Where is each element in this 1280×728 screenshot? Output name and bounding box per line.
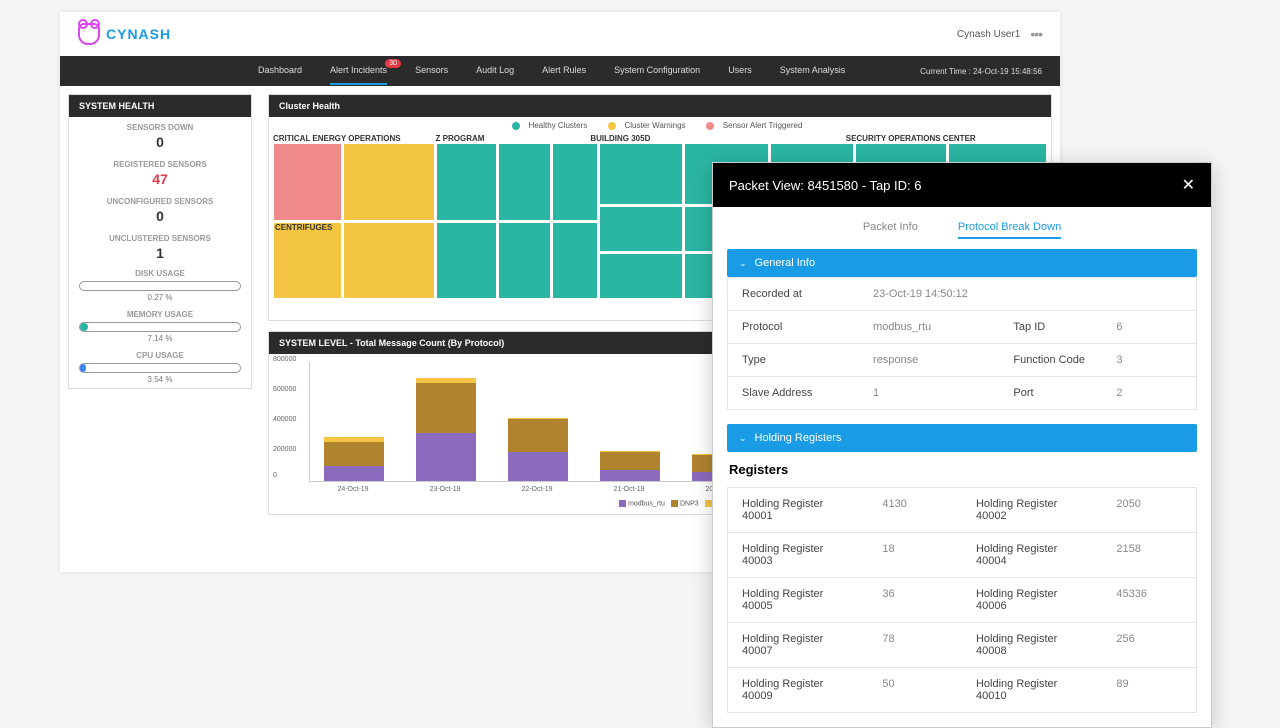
modal-title: Packet View: 8451580 - Tap ID: 6: [729, 178, 921, 193]
alert-badge: 30: [385, 59, 401, 68]
bar-23oct[interactable]: [416, 378, 476, 481]
brand-logo[interactable]: CYNASH: [78, 23, 171, 45]
bar-21oct[interactable]: [600, 451, 660, 481]
modal-tabs: Packet Info Protocol Break Down: [713, 207, 1211, 249]
nav-alert-label: Alert Incidents: [330, 65, 387, 75]
general-info-table: Recorded at23-Oct-19 14:50:12 Protocolmo…: [727, 277, 1197, 410]
stat-registered-sensors: REGISTERED SENSORS47: [69, 154, 251, 191]
close-icon[interactable]: ✕: [1182, 175, 1195, 195]
nav-alert-incidents[interactable]: Alert Incidents 30: [330, 57, 387, 85]
sidebar: SYSTEM HEALTH SENSORS DOWN0 REGISTERED S…: [60, 86, 260, 572]
treemap-labels: CRITICAL ENERGY OPERATIONSZ PROGRAMBUILD…: [269, 134, 1051, 143]
nav-users[interactable]: Users: [728, 57, 752, 85]
tab-packet-info[interactable]: Packet Info: [863, 221, 918, 239]
nav-alert-rules[interactable]: Alert Rules: [542, 57, 586, 85]
centrifuges-label: CENTRIFUGES: [275, 223, 332, 232]
bar-22oct[interactable]: [508, 418, 568, 481]
app-header: CYNASH Cynash User1 •••: [60, 12, 1060, 56]
usage-memory: MEMORY USAGE7.14 %: [69, 306, 251, 347]
cluster-legend: Healthy Clusters Cluster Warnings Sensor…: [269, 117, 1051, 134]
more-icon[interactable]: •••: [1030, 26, 1042, 42]
cluster-health-title: Cluster Health: [269, 95, 1051, 117]
username[interactable]: Cynash User1: [957, 29, 1020, 40]
tab-protocol-breakdown[interactable]: Protocol Break Down: [958, 221, 1061, 239]
nav-system-analysis[interactable]: System Analysis: [780, 57, 846, 85]
nav-audit-log[interactable]: Audit Log: [476, 57, 514, 85]
nav-bar: Dashboard Alert Incidents 30 Sensors Aud…: [60, 56, 1060, 86]
nav-dashboard[interactable]: Dashboard: [258, 57, 302, 85]
user-area: Cynash User1 •••: [957, 26, 1042, 42]
accordion-general-info[interactable]: ⌄General Info: [727, 249, 1197, 277]
logo-icon: [78, 23, 100, 45]
registers-table: Holding Register 400014130Holding Regist…: [727, 487, 1197, 713]
usage-cpu: CPU USAGE3.54 %: [69, 347, 251, 388]
bar-24oct[interactable]: [324, 437, 384, 481]
brand-name: CYNASH: [106, 26, 171, 42]
chevron-down-icon: ⌄: [739, 433, 747, 444]
stat-unconfigured-sensors: UNCONFIGURED SENSORS0: [69, 191, 251, 228]
nav-system-config[interactable]: System Configuration: [614, 57, 700, 85]
chevron-down-icon: ⌄: [739, 258, 747, 269]
system-health-title: SYSTEM HEALTH: [69, 95, 251, 117]
stat-unclustered-sensors: UNCLUSTERED SENSORS1: [69, 228, 251, 265]
current-time: Current Time : 24-Oct-19 15:48:56: [920, 67, 1042, 76]
packet-view-modal: Packet View: 8451580 - Tap ID: 6 ✕ Packe…: [712, 162, 1212, 728]
nav-sensors[interactable]: Sensors: [415, 57, 448, 85]
modal-header: Packet View: 8451580 - Tap ID: 6 ✕: [713, 163, 1211, 207]
stat-sensors-down: SENSORS DOWN0: [69, 117, 251, 154]
registers-title: Registers: [727, 452, 1197, 487]
usage-disk: DISK USAGE0.27 %: [69, 265, 251, 306]
accordion-holding-registers[interactable]: ⌄Holding Registers: [727, 424, 1197, 452]
